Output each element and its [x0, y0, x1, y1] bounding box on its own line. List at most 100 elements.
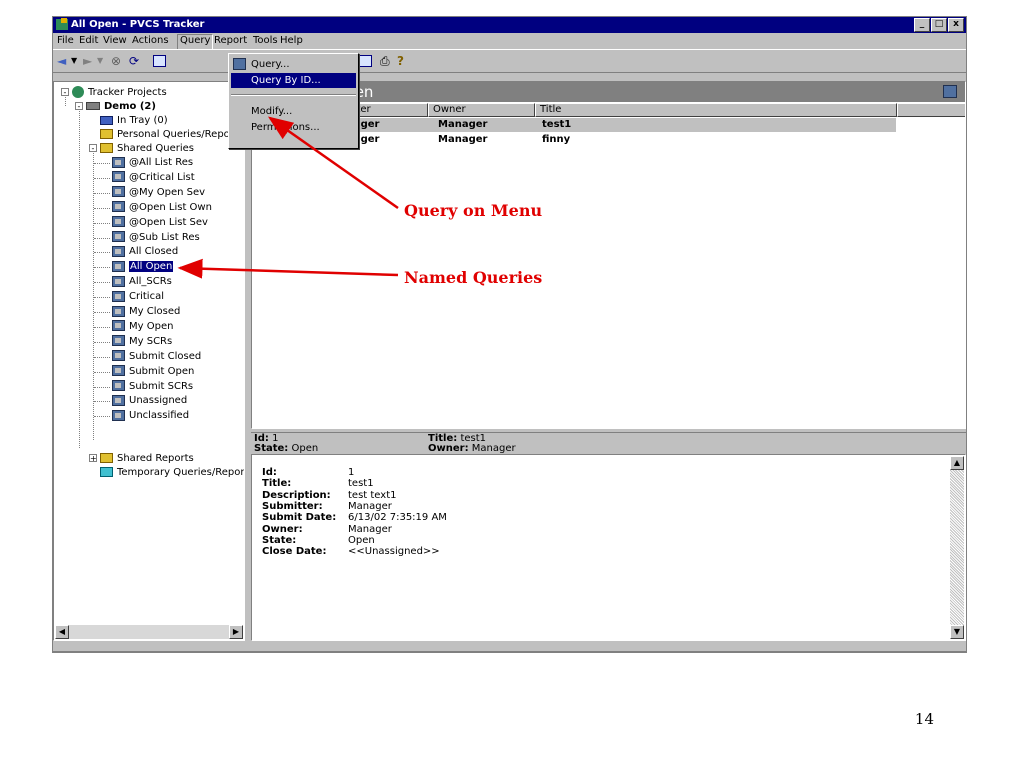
back-icon[interactable]: ◄ — [57, 54, 66, 68]
title-bar[interactable]: All Open - PVCS Tracker _ □ x — [53, 17, 966, 33]
detail-value: <<Unassigned>> — [348, 546, 440, 558]
forward-icon[interactable]: ► — [83, 54, 92, 68]
tree-shared-reports[interactable]: Shared Reports — [100, 452, 194, 465]
query-icon — [112, 290, 125, 302]
detail-label: Id: — [262, 467, 277, 478]
query-icon — [112, 171, 125, 183]
tree-hscrollbar[interactable]: ◀ ▶ — [55, 625, 243, 639]
detail-value: test text1 — [348, 489, 397, 501]
expand-toggle[interactable]: - — [75, 102, 83, 111]
folder-icon — [100, 129, 113, 139]
detail-label: Close Date: — [262, 546, 327, 558]
menu-view[interactable]: View — [101, 34, 129, 48]
annotation-query-on-menu: Query on Menu — [404, 201, 543, 220]
tree-query-item[interactable]: Critical — [112, 290, 164, 303]
tree-query-item[interactable]: @My Open Sev — [112, 186, 205, 199]
tree-query-item[interactable]: Submit SCRs — [112, 380, 193, 393]
close-button[interactable]: x — [948, 18, 964, 32]
menu-item-query[interactable]: Query... — [231, 57, 356, 72]
query-icon — [112, 350, 125, 362]
view-icon[interactable] — [153, 55, 166, 67]
tree-query-item[interactable]: All Closed — [112, 245, 178, 258]
tree-query-item[interactable]: My Open — [112, 320, 173, 333]
query-icon — [112, 186, 125, 198]
folder-icon — [100, 453, 113, 463]
details-view-icon[interactable] — [359, 55, 372, 67]
menu-file[interactable]: File — [55, 34, 76, 48]
detail-value: Open — [348, 534, 375, 546]
expand-toggle[interactable]: - — [89, 144, 97, 153]
stop-icon[interactable]: ⊗ — [111, 54, 121, 68]
query-icon — [112, 231, 125, 242]
column-owner[interactable]: Owner — [428, 103, 535, 117]
details-vscrollbar[interactable]: ▲ ▼ — [950, 456, 964, 639]
menu-actions[interactable]: Actions — [130, 34, 171, 48]
tree-personal[interactable]: Personal Queries/Reports — [100, 128, 243, 141]
back-dropdown-icon[interactable]: ▼ — [71, 54, 77, 68]
tree-query-item[interactable]: All Open — [112, 260, 174, 273]
detail-label: Submit Date: — [262, 512, 337, 524]
tree-query-item[interactable]: My Closed — [112, 305, 180, 318]
scroll-right-icon[interactable]: ▶ — [229, 625, 243, 639]
tree-query-item[interactable]: My SCRs — [112, 335, 172, 348]
query-icon — [112, 409, 125, 421]
query-icon — [112, 245, 125, 257]
menu-separator — [231, 94, 356, 96]
tree-query-item[interactable]: @Open List Sev — [112, 216, 208, 229]
detail-value: 6/13/02 7:35:19 AM — [348, 512, 447, 524]
scroll-left-icon[interactable]: ◀ — [55, 625, 69, 639]
maximize-button[interactable]: □ — [931, 18, 947, 32]
tree-query-item[interactable]: Submit Open — [112, 365, 194, 378]
window-title: All Open - PVCS Tracker — [71, 19, 205, 30]
tree-query-item[interactable]: @Sub List Res — [112, 231, 200, 244]
column-title[interactable]: Title — [535, 103, 897, 117]
refresh-icon[interactable]: ⟳ — [129, 54, 139, 68]
tree-query-item[interactable]: @All List Res — [112, 156, 193, 169]
help-icon[interactable]: ? — [397, 54, 404, 68]
expand-toggle[interactable]: + — [89, 454, 97, 463]
menu-query[interactable]: Query — [177, 34, 214, 50]
query-icon — [112, 201, 125, 213]
minimize-button[interactable]: _ — [914, 18, 930, 32]
menu-report[interactable]: Report — [212, 34, 249, 48]
menu-edit[interactable]: Edit — [77, 34, 100, 48]
query-icon — [112, 320, 125, 332]
print-icon[interactable]: ⎙ — [380, 54, 390, 68]
query-icon — [112, 305, 125, 317]
scroll-up-icon[interactable]: ▲ — [950, 456, 964, 470]
menu-item-query-by-id[interactable]: Query By ID... — [231, 73, 356, 88]
query-icon — [112, 365, 125, 377]
detail-value: 1 — [348, 467, 355, 478]
query-icon — [112, 156, 125, 168]
tree-root[interactable]: Tracker Projects — [72, 86, 167, 99]
tree-query-item[interactable]: Submit Closed — [112, 350, 201, 363]
query-icon — [112, 380, 125, 391]
tree-query-item[interactable]: @Critical List — [112, 171, 195, 184]
tree-query-item[interactable]: All_SCRs — [112, 275, 172, 288]
scroll-down-icon[interactable]: ▼ — [950, 625, 964, 639]
query-icon — [112, 260, 125, 272]
detail-label: Submitter: — [262, 500, 323, 512]
tree-query-item[interactable]: @Open List Own — [112, 201, 212, 214]
menu-help[interactable]: Help — [278, 34, 305, 48]
folder-open-icon — [100, 143, 113, 153]
menu-item-modify[interactable]: Modify... — [231, 104, 356, 119]
tree-query-item[interactable]: Unclassified — [112, 409, 189, 422]
window-baseline — [52, 652, 967, 653]
menu-tools[interactable]: Tools — [251, 34, 280, 48]
toolbar: ◄ ▼ ► ▼ ⊗ ⟳ ✎ ⎙ ? — [53, 49, 966, 73]
menu-item-permissions[interactable]: Permissions... — [231, 120, 356, 135]
project-tree[interactable]: - Tracker Projects - Demo (2) In Tray (0… — [53, 81, 245, 641]
query-icon — [112, 335, 125, 347]
forward-dropdown-icon[interactable]: ▼ — [97, 54, 103, 68]
tree-query-item[interactable]: Unassigned — [112, 394, 187, 407]
tree-shared-queries[interactable]: Shared Queries — [100, 142, 194, 155]
expand-toggle[interactable]: - — [61, 88, 69, 97]
tree-temporary[interactable]: Temporary Queries/Reports — [100, 466, 244, 479]
detail-value: Manager — [348, 500, 392, 512]
query-icon[interactable] — [943, 85, 957, 98]
tree-project[interactable]: Demo (2) — [86, 100, 156, 113]
tree-in-tray[interactable]: In Tray (0) — [100, 114, 168, 127]
record-details: Id: 1 Title: test1 Description: test text1 Sub… — [251, 454, 966, 641]
detail-value: test1 — [348, 478, 374, 490]
